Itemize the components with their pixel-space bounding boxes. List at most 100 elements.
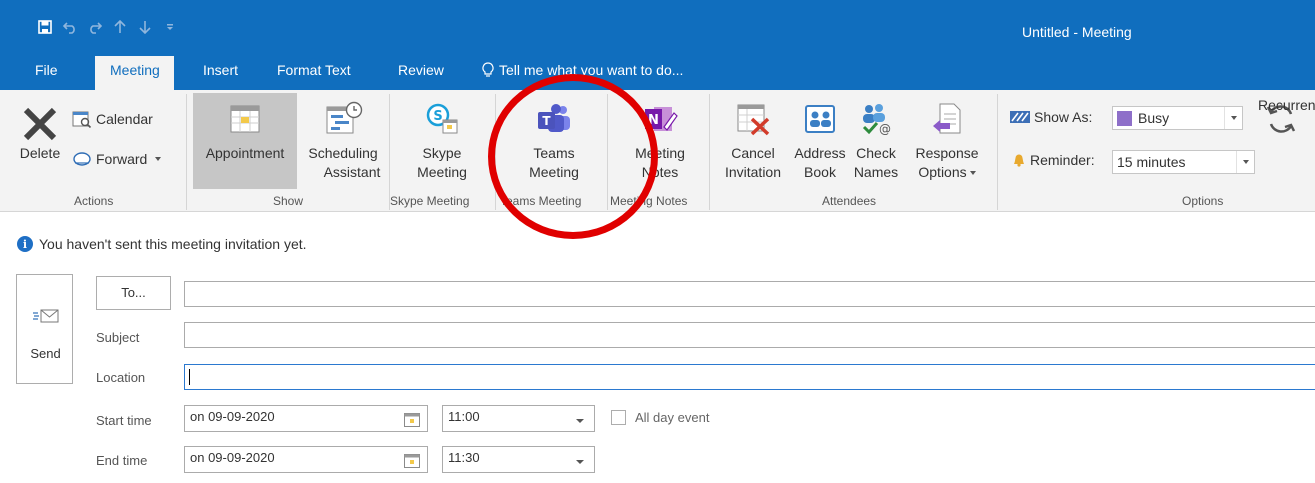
send-button[interactable]: Send <box>16 274 73 384</box>
group-label-attendees: Attendees <box>822 194 877 208</box>
address-label-2: Book <box>804 164 836 180</box>
chevron-down-icon <box>155 157 162 161</box>
to-button[interactable]: To... <box>96 276 171 310</box>
title-bar: Untitled - Meeting <box>0 0 1315 54</box>
group-separator <box>186 94 187 210</box>
calendar-picker-icon[interactable] <box>404 413 420 430</box>
reminder-value: 15 minutes <box>1117 154 1186 170</box>
svg-text:S: S <box>433 109 442 124</box>
end-time-value: 11:30 <box>448 450 480 465</box>
show-as-icon <box>1010 111 1030 123</box>
scheduling-assistant-icon <box>297 93 389 144</box>
skype-meeting-button[interactable]: S Skype Meeting <box>396 93 488 182</box>
bell-icon <box>1014 154 1024 167</box>
show-as-label: Show As: <box>1010 109 1092 125</box>
end-date-value: on 09-09-2020 <box>190 450 275 465</box>
delete-label: Delete <box>19 145 61 161</box>
skype-label-2: Meeting <box>417 164 467 180</box>
redo-icon[interactable] <box>82 16 107 38</box>
chevron-down-icon <box>1236 151 1254 173</box>
down-icon[interactable] <box>132 16 157 38</box>
up-icon[interactable] <box>107 16 132 38</box>
cancel-invitation-icon <box>716 93 790 144</box>
calendar-picker-icon[interactable] <box>404 454 420 471</box>
cancel-label-2: Invitation <box>724 164 782 180</box>
chevron-down-icon <box>576 460 584 464</box>
scheduling-label-1: Scheduling <box>308 145 378 161</box>
calendar-button[interactable]: Calendar <box>72 110 153 128</box>
subject-label: Subject <box>96 330 140 345</box>
start-time-value: 11:00 <box>448 409 480 424</box>
send-icon <box>33 308 59 327</box>
response-label-2: Options <box>918 164 967 180</box>
recurrence-button[interactable]: Recurrence <box>1258 93 1315 144</box>
tab-file[interactable]: File <box>35 62 58 78</box>
all-day-label: All day event <box>635 410 710 425</box>
customize-icon[interactable] <box>157 16 182 38</box>
busy-color-swatch <box>1117 110 1132 126</box>
address-book-icon <box>791 93 849 144</box>
info-message: You haven't sent this meeting invitation… <box>39 236 307 252</box>
check-label-2: Names <box>853 164 899 180</box>
response-options-icon <box>903 93 991 144</box>
appointment-label: Appointment <box>205 145 285 161</box>
forward-icon <box>73 152 91 166</box>
lightbulb-icon <box>482 62 494 77</box>
reminder-label: Reminder: <box>1012 152 1095 168</box>
forward-label: Forward <box>96 151 148 167</box>
response-label-1: Response <box>915 145 979 161</box>
group-separator <box>389 94 390 210</box>
cancel-invitation-button[interactable]: Cancel Invitation <box>716 93 790 182</box>
forward-button[interactable]: Forward <box>72 151 162 167</box>
tab-insert[interactable]: Insert <box>203 62 238 78</box>
quick-access-toolbar <box>32 16 182 38</box>
ribbon-tabs: File Meeting Insert Format Text Review T… <box>0 54 1315 90</box>
group-separator <box>997 94 998 210</box>
to-field[interactable] <box>184 281 1315 307</box>
address-book-button[interactable]: Address Book <box>791 93 849 182</box>
start-date-value: on 09-09-2020 <box>190 409 275 424</box>
start-date-picker[interactable]: on 09-09-2020 <box>184 405 428 432</box>
subject-field[interactable] <box>184 322 1315 348</box>
chevron-down-icon <box>969 171 976 176</box>
check-names-button[interactable]: @ Check Names <box>849 93 903 182</box>
address-label-1: Address <box>794 145 846 161</box>
delete-icon <box>12 104 68 144</box>
svg-text:@: @ <box>879 122 891 136</box>
calendar-label: Calendar <box>96 111 153 127</box>
chevron-down-icon <box>576 419 584 423</box>
end-time-label: End time <box>96 453 148 468</box>
tab-meeting[interactable]: Meeting <box>95 56 174 90</box>
calendar-icon <box>72 111 92 128</box>
save-icon[interactable] <box>32 16 57 38</box>
tab-review[interactable]: Review <box>398 62 444 78</box>
check-label-1: Check <box>856 145 896 161</box>
scheduling-assistant-button[interactable]: Scheduling Assistant <box>297 93 389 182</box>
delete-button[interactable]: Delete <box>12 104 68 163</box>
skype-label-1: Skype <box>422 145 462 161</box>
appointment-button[interactable]: Appointment <box>193 93 297 163</box>
response-options-button[interactable]: Response Options <box>903 93 991 182</box>
reminder-select[interactable]: 15 minutes <box>1112 150 1255 174</box>
skype-icon: S <box>396 93 488 144</box>
appointment-icon <box>193 93 297 144</box>
all-day-checkbox[interactable] <box>611 410 626 425</box>
window-title: Untitled - Meeting <box>1022 24 1132 40</box>
group-label-skype: Skype Meeting <box>390 194 470 208</box>
show-as-select[interactable]: Busy <box>1112 106 1243 130</box>
show-as-value: Busy <box>1138 110 1170 126</box>
text-caret <box>189 369 190 385</box>
undo-icon[interactable] <box>57 16 82 38</box>
chevron-down-icon <box>1224 107 1242 129</box>
start-time-select[interactable]: 11:00 <box>442 405 595 432</box>
group-separator <box>709 94 710 210</box>
end-time-select[interactable]: 11:30 <box>442 446 595 473</box>
cancel-label-1: Cancel <box>731 145 775 161</box>
highlight-circle <box>488 74 658 239</box>
start-time-label: Start time <box>96 413 152 428</box>
tab-format-text[interactable]: Format Text <box>277 62 351 78</box>
end-date-picker[interactable]: on 09-09-2020 <box>184 446 428 473</box>
send-label: Send <box>30 346 61 361</box>
location-field[interactable] <box>184 364 1315 390</box>
info-icon: i <box>17 236 33 252</box>
